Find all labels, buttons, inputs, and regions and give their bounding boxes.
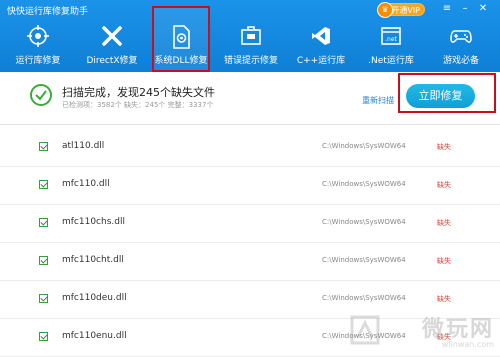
file-path: C:\Windows\SysWOW64 bbox=[322, 256, 406, 264]
file-name: mfc110deu.dll bbox=[62, 293, 127, 303]
file-path: C:\Windows\SysWOW64 bbox=[322, 180, 406, 188]
status-badge: 缺失 bbox=[437, 181, 451, 189]
gamepad-icon bbox=[450, 30, 472, 43]
nav-label: DirectX修复 bbox=[86, 56, 138, 66]
status-badge: 缺失 bbox=[437, 257, 451, 265]
directx-icon bbox=[102, 26, 122, 46]
row-checkbox[interactable] bbox=[39, 332, 48, 341]
status-badge: 缺失 bbox=[437, 219, 451, 227]
nav-item-runtime-repair[interactable]: 运行库修复 bbox=[6, 20, 70, 72]
runtime-target-icon bbox=[27, 25, 49, 47]
row-checkbox[interactable] bbox=[39, 294, 48, 303]
list-item[interactable]: mfc110.dll C:\Windows\SysWOW64 缺失 bbox=[0, 166, 500, 205]
minimize-icon[interactable]: – bbox=[458, 3, 472, 15]
status-badge: 缺失 bbox=[437, 295, 451, 303]
nav-item-dotnet-runtime[interactable]: .net .Net运行库 bbox=[360, 20, 422, 72]
row-checkbox[interactable] bbox=[39, 142, 48, 151]
nav-item-directx[interactable]: DirectX修复 bbox=[78, 20, 146, 72]
nav-item-system-dll[interactable]: 系统DLL修复 bbox=[152, 6, 210, 72]
app-title: 快快运行库修复助手 bbox=[7, 7, 89, 17]
nav-label: 运行库修复 bbox=[15, 56, 61, 66]
success-check-icon bbox=[30, 84, 52, 106]
list-item[interactable]: mfc110cht.dll C:\Windows\SysWOW64 缺失 bbox=[0, 242, 500, 281]
row-checkbox[interactable] bbox=[39, 218, 48, 227]
svg-text:.net: .net bbox=[385, 36, 397, 43]
file-name: mfc110enu.dll bbox=[62, 331, 127, 341]
row-checkbox[interactable] bbox=[39, 256, 48, 265]
nav-label: 游戏必备 bbox=[442, 56, 479, 66]
rescan-link[interactable]: 重新扫描 bbox=[362, 95, 394, 106]
nav-label: C++运行库 bbox=[296, 56, 346, 66]
file-path: C:\Windows\SysWOW64 bbox=[322, 142, 406, 150]
nav-item-error-repair[interactable]: 错误提示修复 bbox=[218, 20, 284, 72]
dotnet-icon: .net bbox=[381, 27, 401, 45]
list-item[interactable]: mfc110chs.dll C:\Windows\SysWOW64 缺失 bbox=[0, 204, 500, 243]
dll-file-icon bbox=[173, 25, 190, 49]
nav-item-cpp-runtime[interactable]: C++运行库 bbox=[290, 20, 352, 72]
status-badge: 缺失 bbox=[437, 143, 451, 151]
vip-button[interactable]: ♛ 开通VIP bbox=[377, 2, 425, 18]
nav-label: 系统DLL修复 bbox=[154, 56, 208, 66]
scan-result-title: 扫描完成，发现245个缺失文件 bbox=[62, 86, 215, 99]
error-box-icon bbox=[241, 26, 261, 45]
fix-now-button[interactable]: 立即修复 bbox=[406, 84, 475, 108]
list-item[interactable]: atl110.dll C:\Windows\SysWOW64 缺失 bbox=[0, 128, 500, 167]
file-name: mfc110cht.dll bbox=[62, 255, 124, 265]
file-path: C:\Windows\SysWOW64 bbox=[322, 218, 406, 226]
vip-label: 开通VIP bbox=[391, 6, 420, 15]
top-bar: 快快运行库修复助手 ♛ 开通VIP ≡ – ✕ 运行库修复 DirectX修复 bbox=[0, 0, 500, 72]
file-name: atl110.dll bbox=[62, 141, 105, 151]
nav-item-game-essentials[interactable]: 游戏必备 bbox=[432, 20, 490, 72]
watermark: 微玩网 wlinwan.com bbox=[422, 311, 494, 349]
main-nav: 运行库修复 DirectX修复 系统DLL修复 错误提示修复 C++运行库 .n… bbox=[0, 6, 500, 72]
scan-stats: 已检测项：3582个 缺失：245个 完整：3337个 bbox=[62, 101, 214, 109]
menu-icon[interactable]: ≡ bbox=[440, 3, 454, 15]
close-icon[interactable]: ✕ bbox=[476, 3, 490, 15]
file-path: C:\Windows\SysWOW64 bbox=[322, 294, 406, 302]
nav-label: 错误提示修复 bbox=[223, 56, 278, 66]
file-name: mfc110.dll bbox=[62, 179, 110, 189]
file-name: mfc110chs.dll bbox=[62, 217, 125, 227]
nav-label: .Net运行库 bbox=[368, 56, 414, 66]
row-checkbox[interactable] bbox=[39, 180, 48, 189]
visual-studio-icon bbox=[312, 27, 330, 45]
crown-icon: ♛ bbox=[377, 2, 393, 18]
watermark-brand: 微玩网 bbox=[421, 317, 494, 342]
watermark-logo-icon bbox=[350, 315, 380, 345]
